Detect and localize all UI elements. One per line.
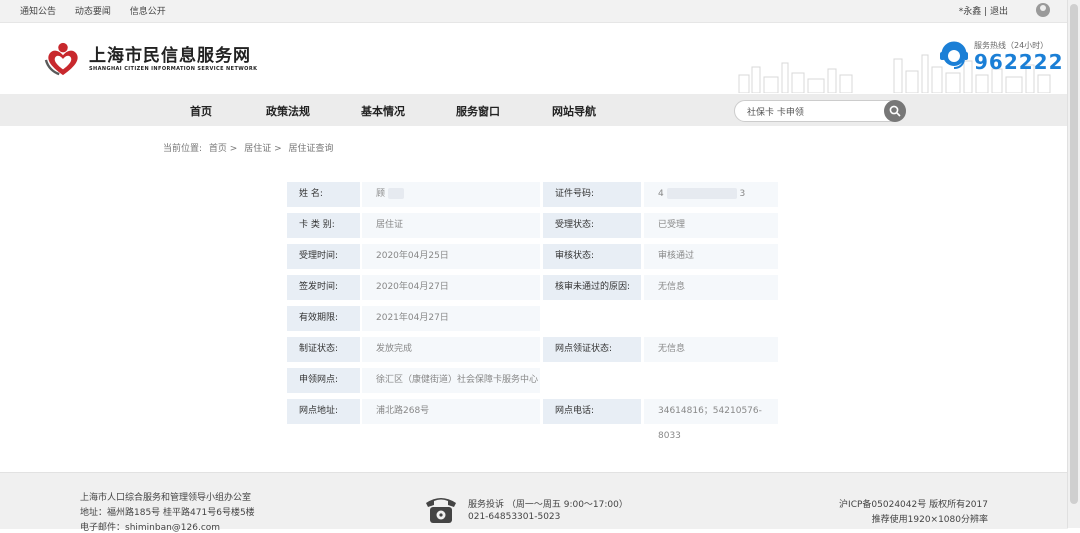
- nav-item-site-nav[interactable]: 网站导航: [552, 103, 596, 119]
- label-rejection-reason: 核审未通过的原因:: [543, 275, 641, 300]
- value-issue-time: 2020年04月27日: [362, 275, 540, 300]
- value-production-status: 发放完成: [362, 337, 540, 362]
- top-link-news[interactable]: 动态要闻: [75, 7, 111, 17]
- hotline-number: 962222: [974, 50, 1064, 74]
- search-input[interactable]: 社保卡 卡申领: [747, 105, 804, 118]
- top-links: 通知公告 动态要闻 信息公开: [20, 4, 182, 17]
- redacted-mask: [666, 188, 737, 199]
- label-name: 姓 名:: [287, 182, 360, 207]
- breadcrumb-residence-permit[interactable]: 居住证 >: [244, 144, 281, 154]
- telephone-icon: [426, 498, 456, 523]
- avatar[interactable]: [1036, 3, 1050, 17]
- value-rejection-reason: 无信息: [644, 275, 778, 300]
- search-button[interactable]: [884, 100, 906, 122]
- value-point-phone: 34614816；54210576-8033: [644, 399, 778, 441]
- label-issue-time: 签发时间:: [287, 275, 360, 300]
- value-acceptance-time: 2020年04月25日: [362, 244, 540, 269]
- breadcrumb-home[interactable]: 首页 >: [209, 144, 237, 154]
- nav-item-basic-info[interactable]: 基本情况: [361, 103, 405, 119]
- search-box[interactable]: 社保卡 卡申领: [734, 100, 906, 122]
- site-title[interactable]: 上海市民信息服务网: [89, 41, 251, 66]
- breadcrumb: 当前位置: 首页 > 居住证 > 居住证查询: [163, 141, 338, 154]
- value-service-point: 徐汇区（康健街道）社会保障卡服务中心: [362, 368, 540, 393]
- breadcrumb-current: 居住证查询: [288, 144, 334, 154]
- footer-address: 地址：福州路185号 桂平路471号6号楼5楼: [80, 508, 255, 518]
- top-link-disclosure[interactable]: 信息公开: [130, 7, 166, 17]
- top-link-notice[interactable]: 通知公告: [20, 7, 56, 17]
- main-nav: 首页 政策法规 基本情况 服务窗口 网站导航 社保卡 卡申领: [0, 94, 1068, 126]
- top-utility-bar: 通知公告 动态要闻 信息公开 *永鑫 | 退出: [0, 0, 1068, 23]
- value-acceptance-status: 已受理: [644, 213, 778, 238]
- breadcrumb-prefix: 当前位置:: [163, 144, 203, 154]
- value-id-number-start: 4: [658, 189, 664, 199]
- value-name-text: 顾: [376, 189, 386, 199]
- value-id-number-end: 3: [739, 189, 746, 199]
- footer-complaint: 服务投诉 （周一～周五 9:00～17:00）: [468, 500, 628, 510]
- value-review-status: 审核通过: [644, 244, 778, 269]
- footer-email[interactable]: 电子邮件：shiminban@126.com: [80, 520, 220, 533]
- scrollbar[interactable]: [1067, 0, 1080, 528]
- label-point-phone: 网点电话:: [543, 399, 641, 424]
- headset-icon: [940, 41, 968, 69]
- footer-org: 上海市人口综合服务和管理领导小组办公室: [80, 493, 252, 503]
- label-pickup-status: 网点领证状态:: [543, 337, 641, 362]
- value-pickup-status: 无信息: [644, 337, 778, 362]
- redacted-mask: [387, 188, 404, 199]
- value-id-number: 4 3: [644, 182, 778, 207]
- label-acceptance-time: 受理时间:: [287, 244, 360, 269]
- site-subtitle: SHANGHAI CITIZEN INFORMATION SERVICE NET…: [89, 66, 258, 72]
- footer-resolution: 推荐使用1920×1080分辨率: [871, 515, 988, 525]
- scrollbar-thumb[interactable]: [1070, 4, 1078, 504]
- label-id-number: 证件号码:: [543, 182, 641, 207]
- label-point-address: 网点地址:: [287, 399, 360, 424]
- footer-complaint-phone: 021-64853301-5023: [468, 512, 561, 522]
- logo-icon[interactable]: [44, 41, 82, 77]
- nav-item-home[interactable]: 首页: [190, 103, 212, 119]
- nav-item-service-window[interactable]: 服务窗口: [456, 103, 500, 119]
- value-validity: 2021年04月27日: [362, 306, 540, 331]
- label-review-status: 审核状态:: [543, 244, 641, 269]
- site-footer: 上海市人口综合服务和管理领导小组办公室 地址：福州路185号 桂平路471号6号…: [0, 472, 1068, 533]
- value-card-type: 居住证: [362, 213, 540, 238]
- search-icon: [889, 105, 901, 117]
- label-validity: 有效期限:: [287, 306, 360, 331]
- label-card-type: 卡 类 别:: [287, 213, 360, 238]
- user-logout-link[interactable]: *永鑫 | 退出: [959, 4, 1008, 17]
- footer-icp[interactable]: 沪ICP备05024042号 版权所有2017: [839, 497, 988, 510]
- value-point-address: 浦北路268号: [362, 399, 540, 424]
- nav-item-policy[interactable]: 政策法规: [266, 103, 310, 119]
- label-acceptance-status: 受理状态:: [543, 213, 641, 238]
- site-header: 上海市民信息服务网 SHANGHAI CITIZEN INFORMATION S…: [0, 23, 1068, 93]
- value-name: 顾: [362, 182, 540, 207]
- label-service-point: 申领网点:: [287, 368, 360, 393]
- label-production-status: 制证状态:: [287, 337, 360, 362]
